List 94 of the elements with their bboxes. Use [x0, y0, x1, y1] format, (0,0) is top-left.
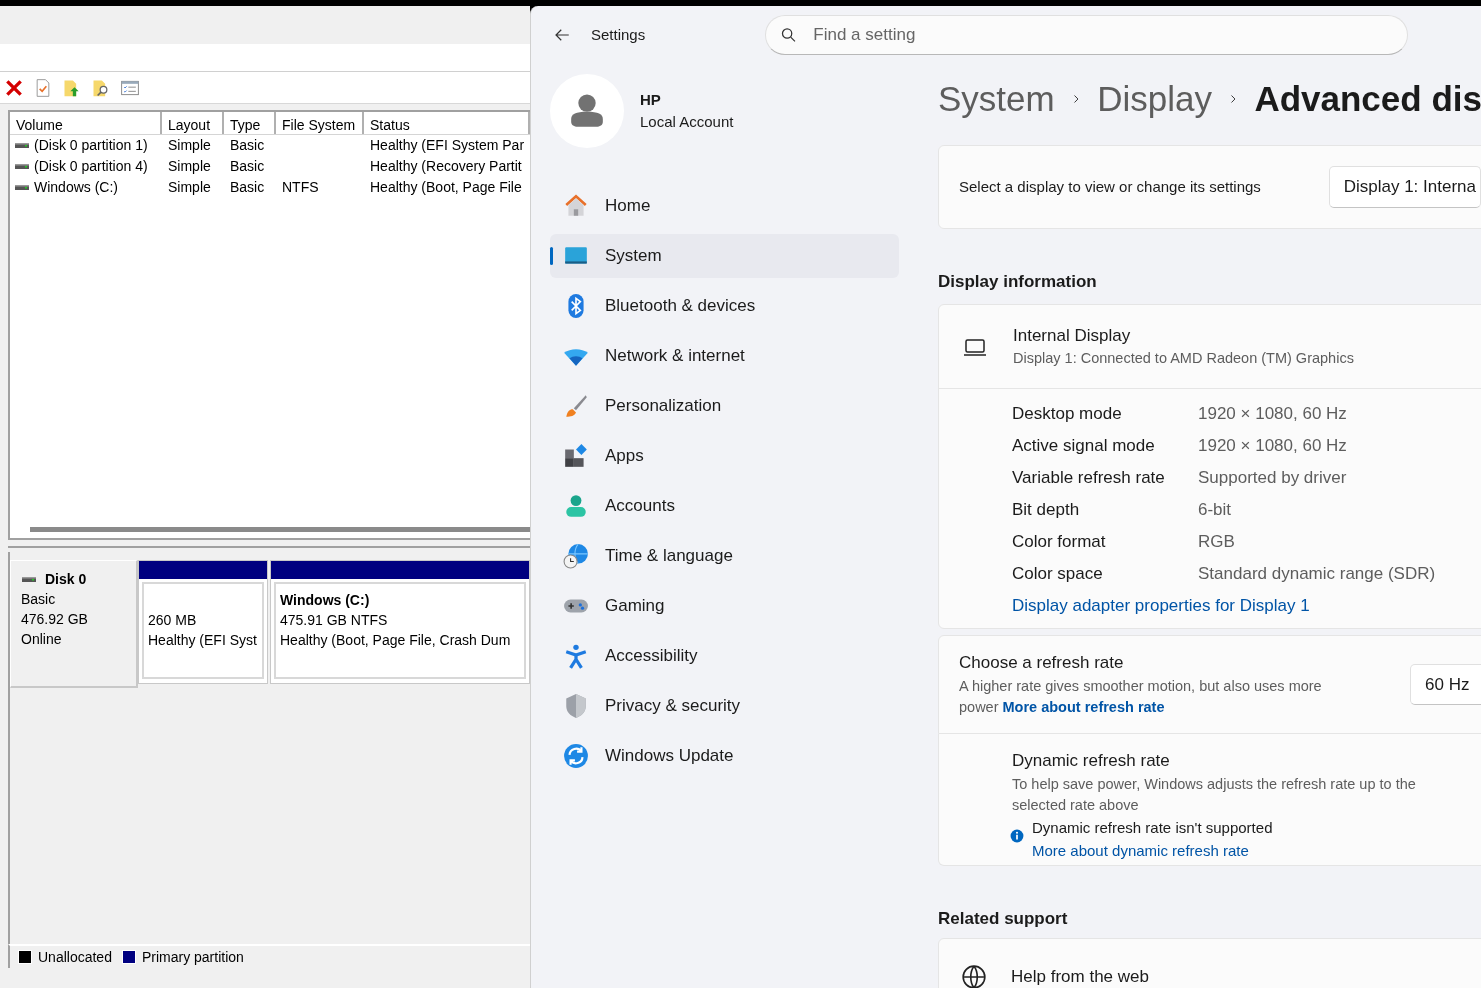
disk-type: Basic	[21, 590, 57, 609]
nav-item[interactable]: Home	[550, 184, 899, 228]
table-cell-text: (Disk 0 partition 4)	[34, 157, 148, 176]
detail-value: 1920 × 1080, 60 Hz	[1198, 403, 1347, 426]
apps-icon	[563, 443, 589, 469]
notice-text: Dynamic refresh rate isn't supported	[1032, 818, 1273, 838]
table-cell-text: Healthy (Boot, Page File	[369, 178, 523, 197]
help-card[interactable]: Help from the web	[938, 938, 1481, 988]
info-icon	[1010, 829, 1024, 843]
column-header[interactable]: Volume	[10, 112, 162, 134]
detail-label: Variable refresh rate	[1012, 467, 1166, 490]
nav-item[interactable]: Time & language	[550, 534, 899, 578]
detail-value: Supported by driver	[1198, 467, 1347, 490]
dynamic-refresh-link[interactable]: More about dynamic refresh rate	[1032, 841, 1249, 859]
column-header[interactable]: File System	[276, 112, 364, 134]
globe-icon	[961, 964, 987, 988]
breadcrumb-link[interactable]: System	[938, 72, 1055, 126]
refresh-rate-link[interactable]: More about refresh rate	[1002, 699, 1165, 716]
shield-icon	[563, 693, 589, 719]
setting-description: A higher rate gives smoother motion, but also uses more power More about refresh rate	[959, 676, 1323, 718]
nav-item[interactable]: Accounts	[550, 484, 899, 528]
drive-icon	[14, 182, 30, 193]
detail-label: Color format	[1012, 531, 1107, 554]
display-name: Internal Display	[1013, 324, 1132, 347]
partition-size: 475.91 GB NTFS	[280, 611, 388, 630]
table-cell-text: Healthy (Recovery Partit	[369, 157, 523, 176]
refresh-icon	[563, 743, 589, 769]
table-cell-text: Healthy (EFI System Par	[369, 136, 526, 155]
nav-item[interactable]: Apps	[550, 434, 899, 478]
breadcrumb-link[interactable]: Display	[1097, 72, 1212, 126]
account-name: HP	[640, 89, 662, 110]
column-header[interactable]: Layout	[162, 112, 224, 134]
paintbrush-icon	[563, 393, 589, 419]
table-cell-text: Simple	[167, 178, 212, 197]
search-box[interactable]: Find a setting	[765, 15, 1409, 55]
table-cell-text: Simple	[167, 157, 212, 176]
detail-value: RGB	[1198, 531, 1235, 554]
cross-icon[interactable]	[4, 77, 24, 98]
nav-item[interactable]: Bluetooth & devices	[550, 284, 899, 328]
search-icon	[780, 26, 798, 44]
nav-item[interactable]: Accessibility	[550, 634, 899, 678]
table-cell-text: Basic	[229, 157, 266, 176]
nav-item[interactable]: Personalization	[550, 384, 899, 428]
setting-description: To help save power, Windows adjusts the refresh rate up to the selected rate above	[1012, 774, 1417, 816]
window-title: Settings	[591, 24, 646, 45]
drive-icon	[14, 140, 30, 151]
setting-label: Select a display to view or change its settings	[959, 176, 1261, 197]
partition-status: Healthy (EFI Syst	[148, 631, 257, 650]
partition-title: Windows (C:)	[280, 591, 370, 610]
partition-size: 260 MB	[148, 611, 197, 630]
table-cell-text: NTFS	[281, 178, 320, 197]
nav-item[interactable]: Windows Update	[550, 734, 899, 778]
person-icon	[563, 493, 589, 519]
drive-icon	[14, 161, 30, 172]
table-cell-text: Windows (C:)	[34, 178, 118, 197]
nav-item[interactable]: Gaming	[550, 584, 899, 628]
detail-value: 1920 × 1080, 60 Hz	[1198, 435, 1347, 458]
disk-size: 476.92 GB	[21, 610, 89, 629]
house-icon	[563, 193, 589, 219]
globe-clock-icon	[563, 543, 589, 569]
legend-label: Primary partition	[141, 947, 244, 967]
legend-label: Unallocated	[38, 947, 112, 967]
detail-label: Desktop mode	[1012, 403, 1123, 426]
table-cell-text: (Disk 0 partition 1)	[34, 136, 148, 155]
adapter-properties-link[interactable]: Display adapter properties for Display 1	[1012, 593, 1310, 619]
partition-status: Healthy (Boot, Page File, Crash Dum	[280, 631, 511, 650]
detail-label: Color space	[1012, 563, 1104, 586]
setting-title: Dynamic refresh rate	[1012, 750, 1171, 772]
scrollbar[interactable]	[30, 527, 530, 532]
partition[interactable]: 260 MB Healthy (EFI Syst	[138, 560, 268, 684]
nav-item[interactable]: System	[550, 234, 899, 278]
section-heading: Related support	[938, 908, 1069, 930]
table-cell-text: Simple	[167, 136, 212, 155]
detail-label: Bit depth	[1012, 499, 1081, 522]
setting-title: Choose a refresh rate	[959, 652, 1125, 674]
nav-item[interactable]: Network & internet	[550, 334, 899, 378]
table-cell-text: Basic	[229, 178, 266, 197]
detail-label: Active signal mode	[1012, 435, 1156, 458]
page-title: Advanced dis	[1254, 77, 1481, 120]
display-subtitle: Display 1: Connected to AMD Radeon (TM) Graphics	[1013, 349, 1354, 369]
section-heading: Display information	[938, 271, 1098, 293]
display-dropdown[interactable]: Display 1: Interna	[1328, 166, 1481, 208]
partition[interactable]: Windows (C:) 475.91 GB NTFS Healthy (Boot, Page File, Crash Dum	[270, 560, 530, 684]
accessibility-icon	[563, 643, 589, 669]
table-cell-text: Basic	[229, 136, 266, 155]
nav-item[interactable]: Privacy & security	[550, 684, 899, 728]
detail-value: Standard dynamic range (SDR)	[1198, 563, 1436, 586]
disk-state: Online	[21, 630, 63, 649]
account-type: Local Account	[640, 112, 734, 132]
detail-value: 6-bit	[1198, 499, 1232, 522]
disk-name: Disk 0	[45, 570, 87, 589]
search-field[interactable]: Find a setting	[811, 21, 1394, 49]
column-header[interactable]: Type	[224, 112, 276, 134]
refresh-rate-dropdown[interactable]: 60 Hz	[1410, 663, 1481, 706]
